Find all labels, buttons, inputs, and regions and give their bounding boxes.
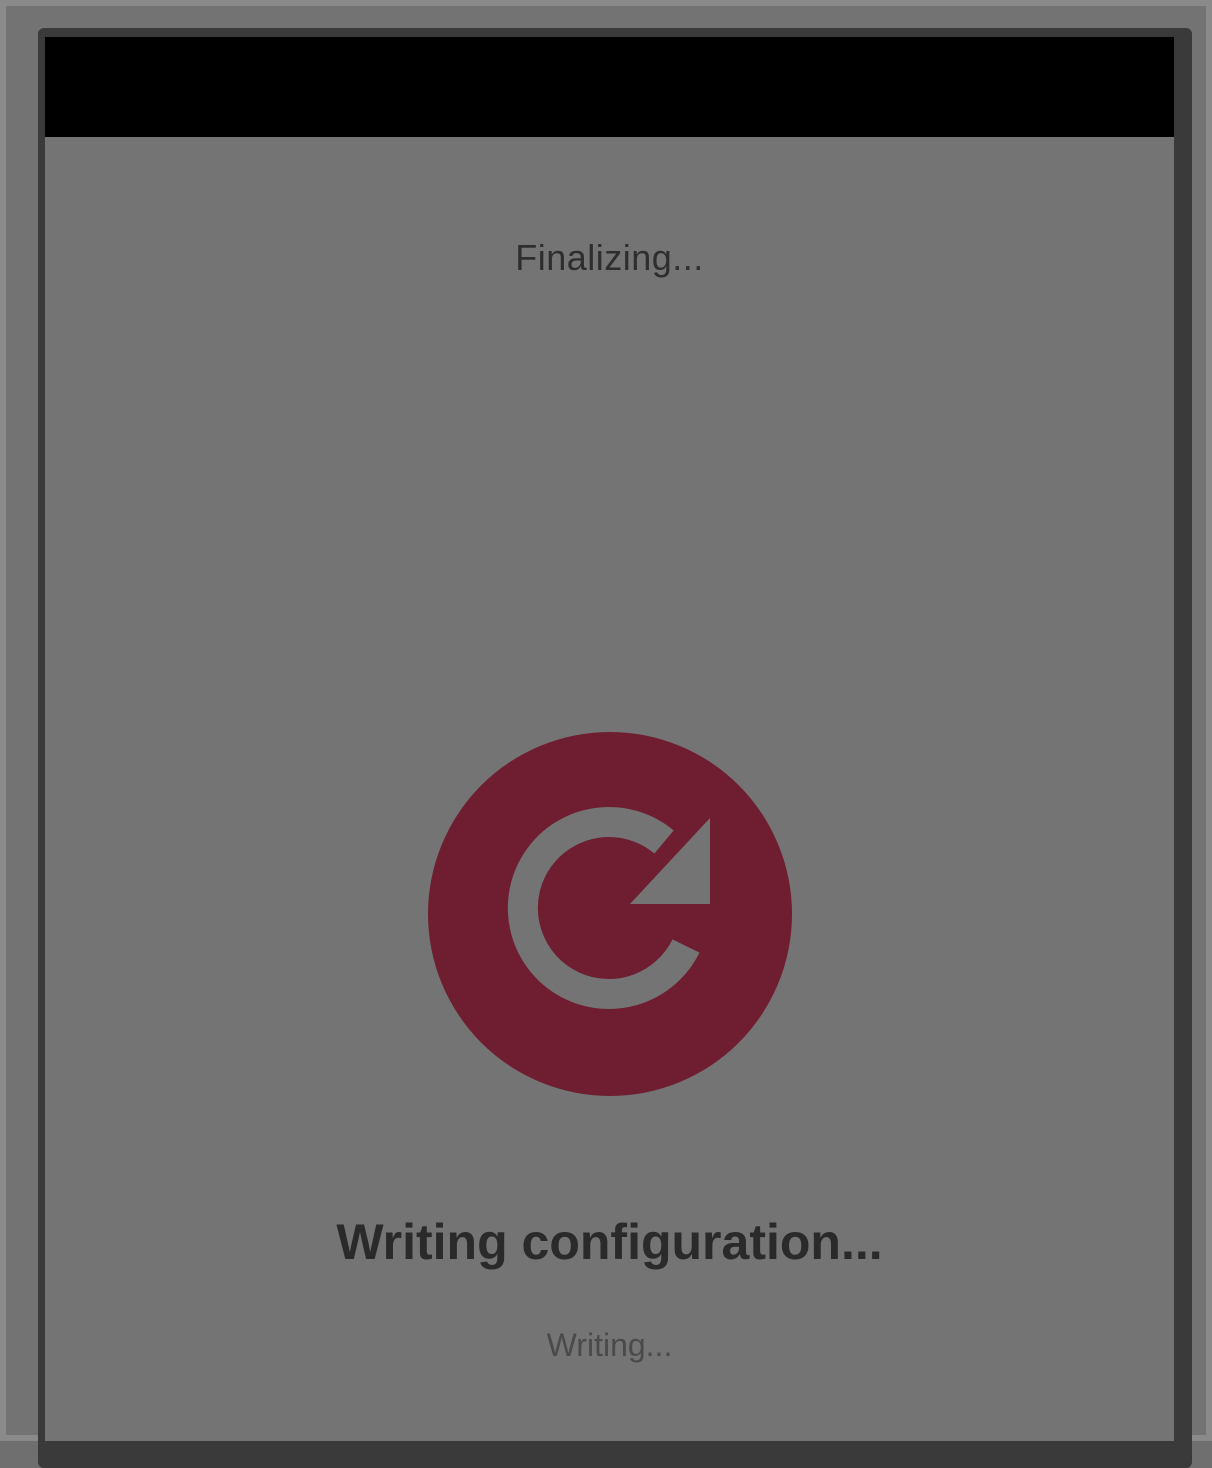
progress-heading: Writing configuration... (336, 1214, 883, 1270)
status-bar (45, 37, 1174, 137)
step-title: Finalizing... (515, 237, 704, 278)
app-screen: Finalizing... Writing configuration... W… (45, 37, 1174, 1441)
progress-status: Writing... (546, 1327, 673, 1363)
refresh-icon (428, 732, 792, 1096)
